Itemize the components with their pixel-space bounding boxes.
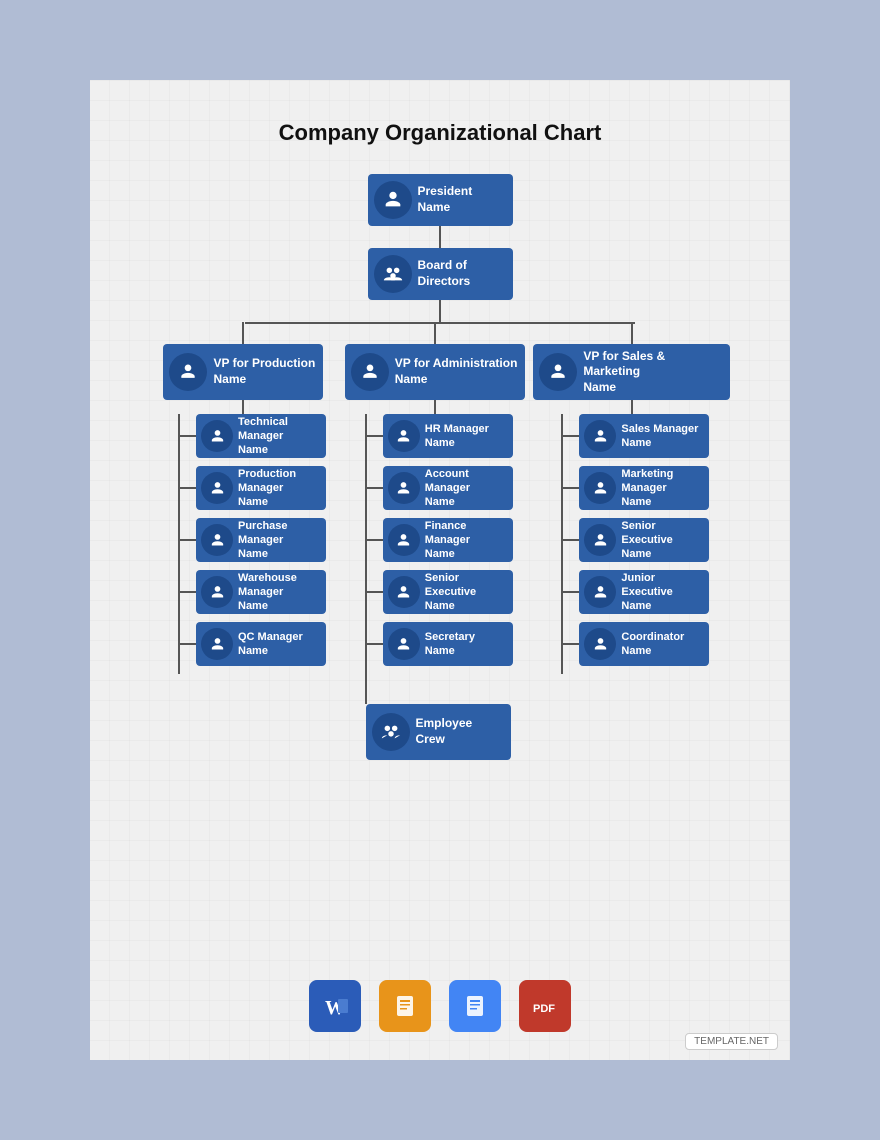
qc-icon — [201, 628, 233, 660]
top-section: President Name Board of Directors — [368, 174, 513, 322]
president-node: President Name — [368, 174, 513, 226]
vp-sales-text: VP for Sales & Marketing Name — [583, 349, 730, 396]
coordinator-item: Coordinator Name — [563, 622, 709, 666]
word-icon[interactable]: W — [309, 980, 361, 1032]
purchase-manager-item: Purchase Manager Name — [180, 518, 326, 562]
gdoc-icon[interactable] — [449, 980, 501, 1032]
je-icon — [584, 576, 616, 608]
vp-admin-node: VP for Administration Name — [345, 344, 526, 400]
hr-text: HR Manager Name — [425, 422, 497, 451]
employee-node: Employee Crew — [366, 704, 511, 760]
sec-icon — [388, 628, 420, 660]
marketing-manager-item: Marketing Manager Name — [563, 466, 709, 510]
vp-production-icon — [169, 353, 207, 391]
sm-text: Sales Manager Name — [621, 422, 706, 451]
col-administration: VP for Administration Name HR Manager Na… — [337, 322, 534, 704]
pur-text: Purchase Manager Name — [238, 519, 296, 562]
vp-production-text: VP for Production Name — [213, 356, 323, 387]
sm-icon — [584, 420, 616, 452]
hr-manager-item: HR Manager Name — [367, 414, 513, 458]
board-text: Board of Directors — [418, 258, 479, 289]
technical-manager-item: Technical Manager Name — [180, 414, 326, 458]
pages-icon[interactable] — [379, 980, 431, 1032]
svg-text:PDF: PDF — [533, 1003, 555, 1015]
account-manager-item: Account Manager Name — [367, 466, 513, 510]
se-sales-text: Senior Executive Name — [621, 519, 680, 562]
tm-icon — [201, 420, 233, 452]
template-badge: TEMPLATE.NET — [685, 1033, 778, 1050]
coord-text: Coordinator Name — [621, 630, 692, 659]
warehouse-manager-item: Warehouse Manager Name — [180, 570, 326, 614]
wh-icon — [201, 576, 233, 608]
tm-text: Technical Manager Name — [238, 415, 296, 458]
pm-icon — [201, 472, 233, 504]
fin-icon — [388, 524, 420, 556]
board-node: Board of Directors — [368, 248, 513, 300]
sales-manager-item: Sales Manager Name — [563, 414, 709, 458]
sales-tree: Sales Manager Name Marketing Manager — [561, 414, 709, 674]
qc-manager-item: QC Manager Name — [180, 622, 326, 666]
hr-icon — [388, 420, 420, 452]
coord-icon — [584, 628, 616, 660]
v-connector-1 — [439, 226, 441, 248]
vp-production-node: VP for Production Name — [163, 344, 323, 400]
col-production: VP for Production Name Technical Man — [150, 322, 337, 674]
vp-sales-icon — [539, 353, 577, 391]
senior-exec-sales-item: Senior Executive Name — [563, 518, 709, 562]
president-icon — [374, 181, 412, 219]
v-to-employee — [365, 674, 367, 704]
h-connector-top — [245, 322, 635, 324]
junior-exec-item: Junior Executive Name — [563, 570, 709, 614]
vp-admin-icon — [351, 353, 389, 391]
qc-text: QC Manager Name — [238, 630, 311, 659]
pur-icon — [201, 524, 233, 556]
page-title: Company Organizational Chart — [279, 120, 602, 146]
employee-icon — [372, 713, 410, 751]
vp-admin-text: VP for Administration Name — [395, 356, 526, 387]
pm-text: Production Manager Name — [238, 467, 304, 510]
mkt-text: Marketing Manager Name — [621, 467, 681, 510]
pdf-icon[interactable]: PDF — [519, 980, 571, 1032]
sec-text: Secretary Name — [425, 630, 483, 659]
president-text: President Name — [418, 184, 481, 215]
v-prod — [242, 322, 244, 344]
v-connector-2 — [439, 300, 441, 322]
mkt-icon — [584, 472, 616, 504]
bottom-section: Employee Crew — [366, 704, 511, 760]
vp-sales-node: VP for Sales & Marketing Name — [533, 344, 730, 400]
page: Company Organizational Chart President N… — [90, 80, 790, 1060]
prod-tree: Technical Manager Name Production Man — [178, 414, 326, 674]
secretary-item: Secretary Name — [367, 622, 513, 666]
three-cols-wrapper: VP for Production Name Technical Man — [150, 322, 730, 704]
board-icon — [374, 255, 412, 293]
wh-text: Warehouse Manager Name — [238, 571, 305, 614]
fin-text: Finance Manager Name — [425, 519, 478, 562]
col-sales: VP for Sales & Marketing Name Sales Mana… — [533, 322, 730, 674]
employee-text: Employee Crew — [416, 716, 481, 747]
acc-text: Account Manager Name — [425, 467, 478, 510]
se-admin-icon — [388, 576, 420, 608]
je-text: Junior Executive Name — [621, 571, 680, 614]
se-sales-icon — [584, 524, 616, 556]
admin-tree: HR Manager Name Account Manager Name — [365, 414, 513, 674]
acc-icon — [388, 472, 420, 504]
se-admin-text: Senior Executive Name — [425, 571, 484, 614]
production-manager-item: Production Manager Name — [180, 466, 326, 510]
senior-exec-admin-item: Senior Executive Name — [367, 570, 513, 614]
finance-manager-item: Finance Manager Name — [367, 518, 513, 562]
icons-bar: W PDF — [309, 980, 571, 1032]
